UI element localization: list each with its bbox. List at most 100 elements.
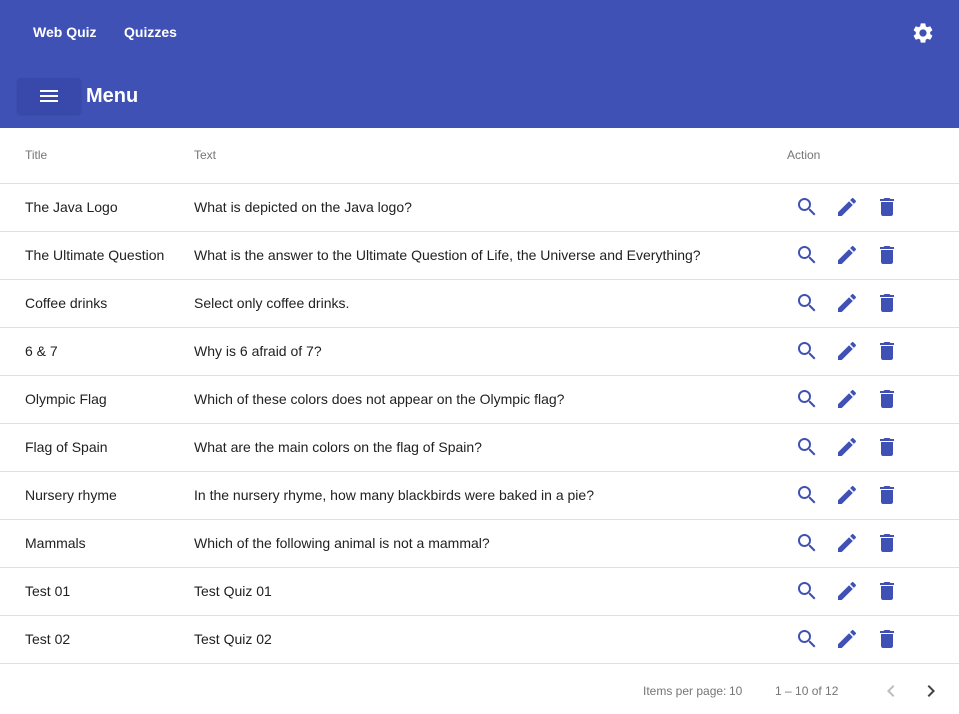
chevron-left-icon (887, 685, 895, 697)
edit-button[interactable] (833, 433, 861, 461)
search-icon (798, 486, 816, 504)
paginator: Items per page: 10 1 – 10 of 12 (0, 664, 959, 714)
table-row: Test 01 Test Quiz 01 (0, 568, 959, 616)
delete-button[interactable] (873, 385, 901, 413)
menu-button[interactable] (17, 78, 81, 114)
view-button[interactable] (793, 577, 821, 605)
view-button[interactable] (793, 337, 821, 365)
edit-button[interactable] (833, 625, 861, 653)
row-title: Olympic Flag (25, 391, 107, 407)
row-text: What is the answer to the Ultimate Quest… (194, 247, 701, 263)
row-text: Select only coffee drinks. (194, 295, 350, 311)
hamburger-icon (40, 90, 58, 102)
delete-icon (880, 342, 894, 360)
row-text: Why is 6 afraid of 7? (194, 343, 322, 359)
delete-button[interactable] (873, 289, 901, 317)
edit-button[interactable] (833, 529, 861, 557)
view-button[interactable] (793, 433, 821, 461)
quiz-table: Title Text Action The Java Logo What is d… (0, 128, 959, 664)
search-icon (798, 534, 816, 552)
delete-icon (880, 246, 894, 264)
nav-link-quizzes[interactable]: Quizzes (124, 22, 177, 42)
edit-button[interactable] (833, 289, 861, 317)
view-button[interactable] (793, 385, 821, 413)
edit-button[interactable] (833, 385, 861, 413)
row-text: Test Quiz 01 (194, 583, 272, 599)
row-title: Flag of Spain (25, 439, 108, 455)
delete-button[interactable] (873, 481, 901, 509)
row-actions (793, 289, 913, 317)
row-actions (793, 385, 913, 413)
edit-icon (838, 341, 857, 360)
delete-button[interactable] (873, 625, 901, 653)
menu-title: Menu (86, 85, 139, 107)
edit-icon (838, 389, 857, 408)
delete-button[interactable] (873, 577, 901, 605)
view-button[interactable] (793, 241, 821, 269)
edit-button[interactable] (833, 577, 861, 605)
row-actions (793, 337, 913, 365)
search-icon (798, 342, 816, 360)
edit-button[interactable] (833, 481, 861, 509)
table-row: Coffee drinks Select only coffee drinks. (0, 280, 959, 328)
row-title: Test 01 (25, 583, 71, 599)
search-icon (798, 582, 816, 600)
nav-link-web-quiz[interactable]: Web Quiz (33, 22, 97, 42)
row-text: What is depicted on the Java logo? (194, 199, 412, 215)
table-row: Flag of Spain What are the main colors on… (0, 424, 959, 472)
items-per-page-label: Items per page: (643, 684, 727, 698)
row-title: Nursery rhyme (25, 487, 117, 503)
settings-button[interactable] (909, 19, 937, 47)
delete-icon (880, 438, 894, 456)
delete-button[interactable] (873, 433, 901, 461)
search-icon (798, 630, 816, 648)
table-row: Nursery rhyme In the nursery rhyme, how m… (0, 472, 959, 520)
delete-button[interactable] (873, 193, 901, 221)
view-button[interactable] (793, 193, 821, 221)
page-size-select[interactable]: 10 (729, 683, 742, 699)
table-row: The Java Logo What is depicted on the Jav… (0, 184, 959, 232)
delete-button[interactable] (873, 529, 901, 557)
previous-page-button[interactable] (877, 677, 905, 705)
delete-icon (880, 294, 894, 312)
edit-icon (838, 197, 857, 216)
delete-icon (880, 390, 894, 408)
view-button[interactable] (793, 289, 821, 317)
view-button[interactable] (793, 529, 821, 557)
row-actions (793, 433, 913, 461)
edit-button[interactable] (833, 241, 861, 269)
row-title: Mammals (25, 535, 86, 551)
table-row: 6 & 7 Why is 6 afraid of 7? (0, 328, 959, 376)
edit-icon (838, 581, 857, 600)
row-title: 6 & 7 (25, 343, 58, 359)
row-actions (793, 577, 913, 605)
search-icon (798, 198, 816, 216)
edit-icon (838, 245, 857, 264)
row-title: The Java Logo (25, 199, 118, 215)
edit-icon (838, 533, 857, 552)
edit-icon (838, 293, 857, 312)
gear-icon (913, 23, 933, 43)
search-icon (798, 390, 816, 408)
delete-icon (880, 582, 894, 600)
table-row: The Ultimate Question What is the answer … (0, 232, 959, 280)
delete-icon (880, 198, 894, 216)
row-text: Which of the following animal is not a m… (194, 535, 490, 551)
row-actions (793, 193, 913, 221)
next-page-button[interactable] (917, 677, 945, 705)
edit-button[interactable] (833, 337, 861, 365)
edit-button[interactable] (833, 193, 861, 221)
delete-button[interactable] (873, 241, 901, 269)
delete-icon (880, 630, 894, 648)
row-actions (793, 625, 913, 653)
view-button[interactable] (793, 625, 821, 653)
view-button[interactable] (793, 481, 821, 509)
edit-icon (838, 485, 857, 504)
row-title: Coffee drinks (25, 295, 108, 311)
row-actions (793, 529, 913, 557)
delete-button[interactable] (873, 337, 901, 365)
table-row: Olympic Flag Which of these colors does n… (0, 376, 959, 424)
table-row: Mammals Which of the following animal is … (0, 520, 959, 568)
edit-icon (838, 629, 857, 648)
row-actions (793, 481, 913, 509)
